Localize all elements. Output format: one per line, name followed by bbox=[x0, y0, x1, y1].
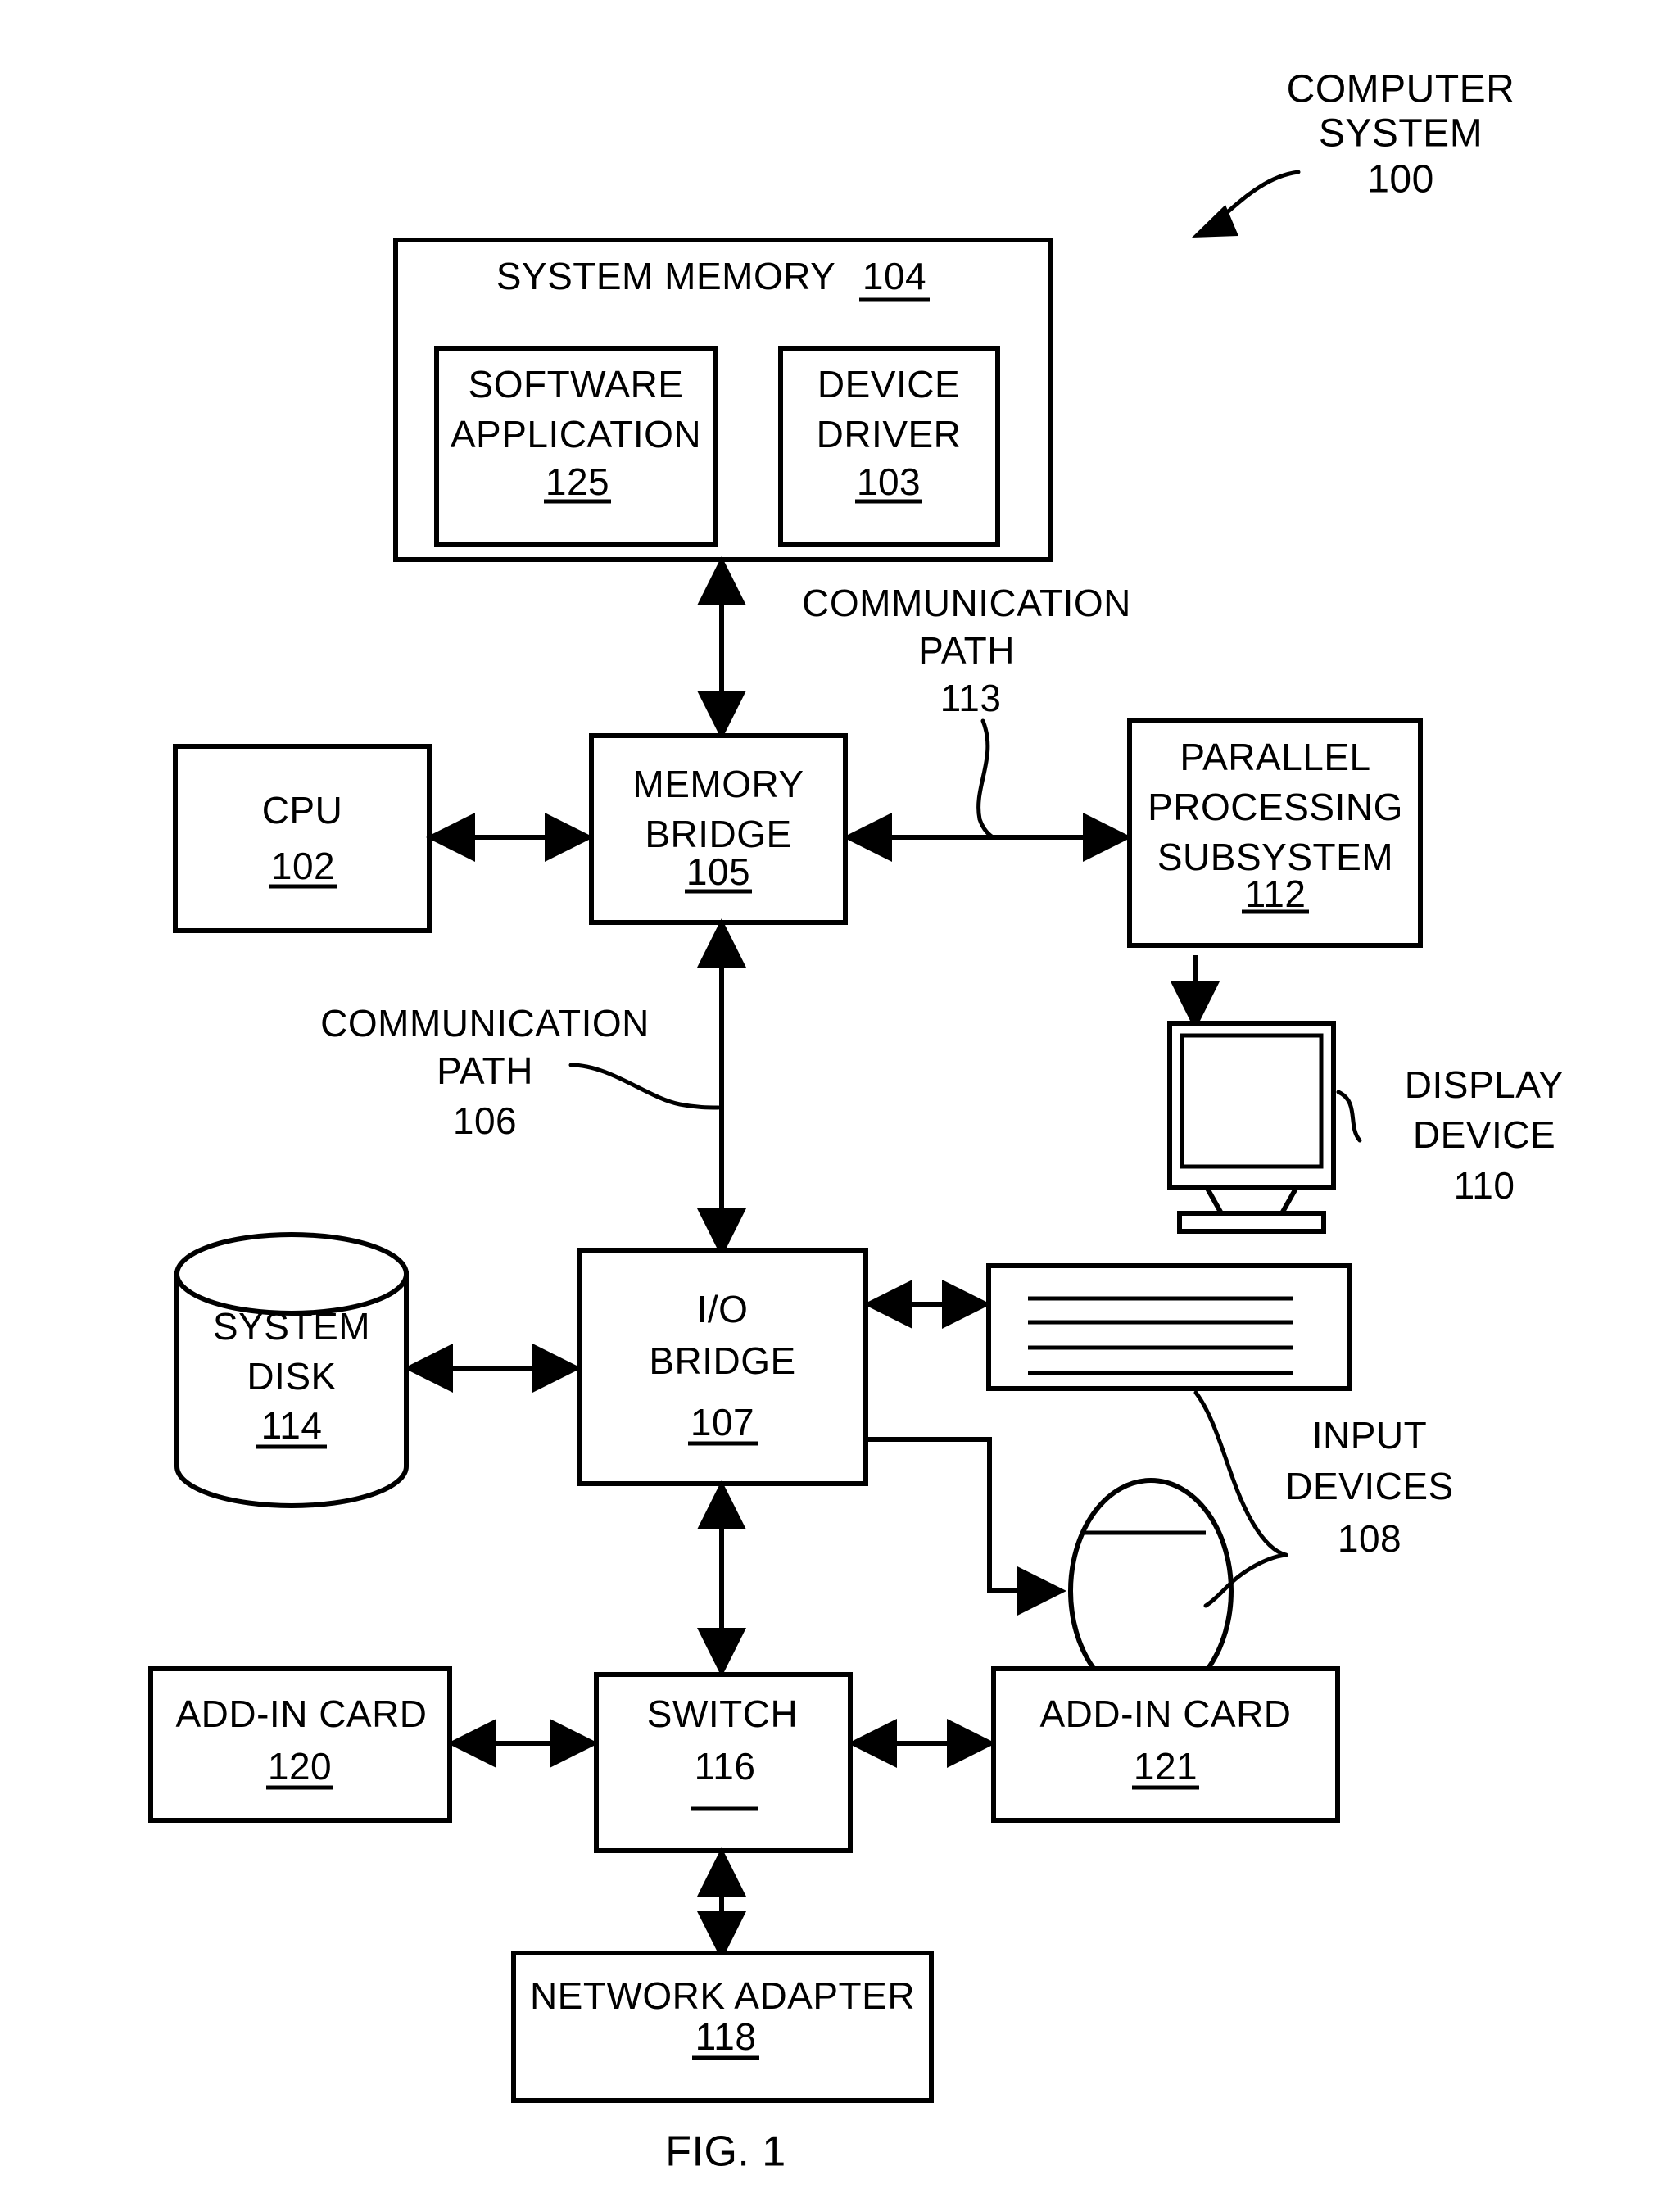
device-driver-line1: DEVICE bbox=[817, 363, 960, 406]
cpu-box bbox=[173, 744, 432, 933]
keyboard-shape bbox=[986, 1263, 1352, 1391]
computer-system-leader bbox=[1192, 170, 1301, 238]
switch-label: SWITCH bbox=[647, 1693, 798, 1735]
display-screen bbox=[1180, 1033, 1324, 1169]
comm-path-113-line2: PATH bbox=[918, 629, 1015, 672]
display-device-leader bbox=[1336, 1090, 1362, 1143]
display-device-line2: DEVICE bbox=[1413, 1113, 1555, 1156]
system-disk-line1: SYSTEM bbox=[213, 1305, 370, 1348]
computer-system-label-line2: SYSTEM bbox=[1319, 112, 1483, 156]
connector-io-bridge-to-mouse bbox=[866, 1437, 1066, 1616]
comm-path-113-line1: COMMUNICATION bbox=[802, 582, 1131, 624]
software-application-ref: 125 bbox=[546, 460, 609, 503]
memory-bridge-ref: 105 bbox=[686, 850, 750, 893]
io-bridge-line1: I/O bbox=[697, 1288, 749, 1330]
block-diagram: COMPUTER SYSTEM 100 SYSTEM MEMORY 104 SO… bbox=[148, 68, 1564, 2176]
add-in-card-120-ref: 120 bbox=[268, 1745, 332, 1788]
cpu-ref: 102 bbox=[271, 845, 335, 887]
cpu-label: CPU bbox=[262, 789, 343, 832]
display-neck bbox=[1202, 1185, 1302, 1216]
computer-system-label-line1: COMPUTER bbox=[1287, 68, 1515, 111]
figure-page: COMPUTER SYSTEM 100 SYSTEM MEMORY 104 SO… bbox=[0, 0, 1680, 2207]
comm-path-106-line2: PATH bbox=[437, 1049, 533, 1092]
pps-line1: PARALLEL bbox=[1180, 736, 1370, 778]
input-devices-ref: 108 bbox=[1338, 1517, 1402, 1560]
system-disk-line2: DISK bbox=[247, 1355, 336, 1398]
software-application-line1: SOFTWARE bbox=[469, 363, 684, 406]
comm-path-106-ref: 106 bbox=[453, 1099, 517, 1142]
switch-ref: 116 bbox=[695, 1745, 756, 1788]
input-devices-line2: DEVICES bbox=[1285, 1465, 1453, 1507]
comm-path-113-leader bbox=[976, 718, 995, 840]
add-in-card-121-label: ADD-IN CARD bbox=[1039, 1693, 1291, 1735]
system-disk-ref: 114 bbox=[261, 1404, 323, 1447]
comm-path-106-leader bbox=[568, 1063, 721, 1110]
display-base bbox=[1177, 1211, 1326, 1234]
computer-system-ref: 100 bbox=[1367, 158, 1434, 202]
device-driver-ref: 103 bbox=[857, 460, 921, 503]
network-adapter-label: NETWORK ADAPTER bbox=[530, 1974, 915, 2017]
memory-bridge-line1: MEMORY bbox=[632, 763, 804, 805]
io-bridge-ref: 107 bbox=[691, 1401, 754, 1443]
network-adapter-ref: 118 bbox=[695, 2015, 757, 2058]
device-driver-line2: DRIVER bbox=[817, 413, 962, 455]
add-in-card-120-label: ADD-IN CARD bbox=[175, 1693, 427, 1735]
input-devices-line1: INPUT bbox=[1312, 1414, 1428, 1457]
display-device-ref: 110 bbox=[1454, 1164, 1515, 1207]
io-bridge-line2: BRIDGE bbox=[649, 1339, 795, 1382]
pps-line2: PROCESSING bbox=[1148, 786, 1403, 828]
figure-caption: FIG. 1 bbox=[665, 2128, 786, 2176]
comm-path-113-ref: 113 bbox=[940, 677, 1002, 719]
system-memory-ref: 104 bbox=[863, 255, 926, 297]
add-in-card-121-ref: 121 bbox=[1134, 1745, 1198, 1788]
pps-ref: 112 bbox=[1245, 872, 1306, 915]
memory-bridge-line2: BRIDGE bbox=[645, 813, 791, 855]
system-memory-title: SYSTEM MEMORY bbox=[496, 255, 836, 297]
software-application-line2: APPLICATION bbox=[451, 413, 701, 455]
display-device-line1: DISPLAY bbox=[1405, 1063, 1564, 1106]
comm-path-106-line1: COMMUNICATION bbox=[320, 1002, 650, 1045]
